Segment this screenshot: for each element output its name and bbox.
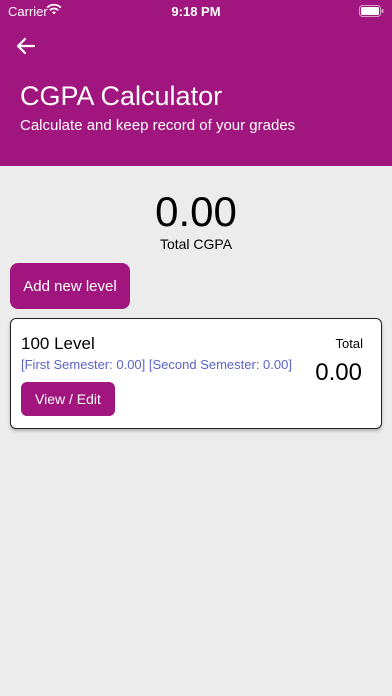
level-total-value: 0.00 bbox=[315, 359, 362, 386]
arrow-left-icon[interactable] bbox=[14, 34, 38, 58]
total-cgpa-label: Total CGPA bbox=[159, 236, 233, 252]
app-header: Carrier 9:18 PM CGPA Calculator Calculat… bbox=[0, 0, 392, 166]
total-cgpa-value: 0.00 bbox=[155, 188, 237, 235]
add-new-level-button[interactable]: Add new level bbox=[10, 263, 130, 309]
status-bar: Carrier 9:18 PM bbox=[0, 0, 392, 22]
level-total-label: Total bbox=[335, 336, 363, 351]
level-title: 100 Level bbox=[21, 334, 95, 353]
battery-icon bbox=[359, 5, 384, 17]
view-edit-button[interactable]: View / Edit bbox=[21, 382, 115, 416]
semester-summary: [First Semester: 0.00] [Second Semester:… bbox=[21, 357, 292, 372]
page-subtitle: Calculate and keep record of your grades bbox=[20, 117, 296, 134]
page-title: CGPA Calculator bbox=[20, 81, 223, 111]
level-card: 100 Level [First Semester: 0.00] [Second… bbox=[10, 318, 382, 429]
clock: 9:18 PM bbox=[171, 4, 221, 19]
